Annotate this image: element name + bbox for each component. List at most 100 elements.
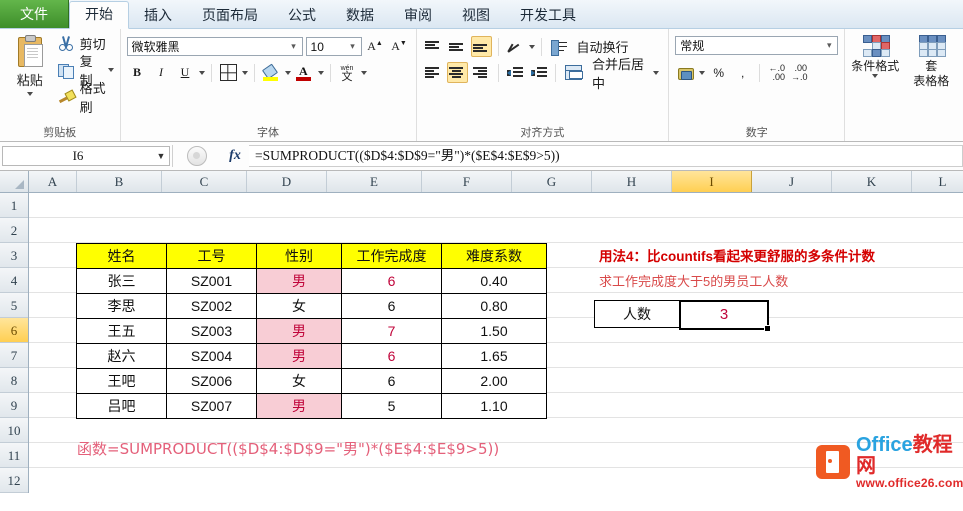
tab-data[interactable]: 数据 <box>331 2 389 28</box>
cell-id[interactable]: SZ001 <box>166 268 257 294</box>
accounting-format-button[interactable] <box>675 62 696 83</box>
bold-button[interactable]: B <box>127 62 148 83</box>
cell-name[interactable]: 赵六 <box>76 343 167 369</box>
result-value-cell[interactable]: 3 <box>679 300 771 332</box>
tab-developer[interactable]: 开发工具 <box>505 2 591 28</box>
cell-id[interactable]: SZ007 <box>166 393 257 419</box>
tab-insert[interactable]: 插入 <box>129 2 187 28</box>
cell-coef[interactable]: 0.40 <box>441 268 547 294</box>
fill-color-button[interactable] <box>261 62 282 83</box>
column-header-l[interactable]: L <box>912 171 963 192</box>
column-header-i[interactable]: I <box>672 171 752 192</box>
select-all-corner[interactable] <box>0 171 29 192</box>
cell-coef[interactable]: 1.65 <box>441 343 547 369</box>
cell-score[interactable]: 6 <box>341 368 442 394</box>
cell-id[interactable]: SZ004 <box>166 343 257 369</box>
tab-file[interactable]: 文件 <box>0 0 69 28</box>
cell-name[interactable]: 吕吧 <box>76 393 167 419</box>
cell-name[interactable]: 张三 <box>76 268 167 294</box>
underline-button[interactable]: U <box>175 62 196 83</box>
conditional-formatting-button[interactable]: 条件格式 <box>851 35 899 78</box>
chevron-down-icon[interactable] <box>198 70 205 75</box>
cell-coef[interactable]: 1.10 <box>441 393 547 419</box>
table-row[interactable]: 李思 SZ002 女 6 0.80 <box>76 293 547 319</box>
chevron-down-icon[interactable] <box>528 44 535 49</box>
chevron-down-icon[interactable] <box>241 70 248 75</box>
align-middle-button[interactable] <box>447 36 468 57</box>
cell-name[interactable]: 王五 <box>76 318 167 344</box>
paste-button[interactable]: 粘贴 <box>6 31 54 96</box>
decrease-indent-button[interactable] <box>504 62 525 83</box>
format-painter-button[interactable]: 格式刷 <box>58 81 114 115</box>
cell-gender[interactable]: 男 <box>256 268 342 294</box>
tab-home[interactable]: 开始 <box>69 1 129 29</box>
column-header-g[interactable]: G <box>512 171 592 192</box>
result-label[interactable]: 人数 <box>594 300 680 328</box>
row-header-5[interactable]: 5 <box>0 293 28 318</box>
column-header-k[interactable]: K <box>832 171 912 192</box>
merge-center-button[interactable]: 合并后居中 <box>562 57 662 91</box>
formula-input[interactable]: =SUMPRODUCT(($D$4:$D$9="男")*($E$4:$E$9>5… <box>249 145 963 167</box>
table-row[interactable]: 赵六 SZ004 男 6 1.65 <box>76 343 547 369</box>
decrease-decimal-button[interactable]: .00 →.0 <box>790 62 811 83</box>
chevron-down-icon[interactable] <box>107 68 114 72</box>
name-box[interactable]: I6 ▼ <box>2 146 170 166</box>
chevron-down-icon[interactable]: ▾ <box>288 41 300 52</box>
tab-view[interactable]: 视图 <box>447 2 505 28</box>
column-header-e[interactable]: E <box>327 171 422 192</box>
row-header-3[interactable]: 3 <box>0 243 28 268</box>
row-header-8[interactable]: 8 <box>0 368 28 393</box>
borders-button[interactable] <box>218 62 239 83</box>
format-as-table-button[interactable]: 套 表格格 <box>913 35 949 89</box>
chevron-down-icon[interactable] <box>872 74 879 78</box>
font-color-button[interactable]: A <box>294 62 315 83</box>
chevron-down-icon[interactable] <box>653 70 660 75</box>
cell-score[interactable]: 6 <box>341 268 442 294</box>
column-header-h[interactable]: H <box>592 171 672 192</box>
cell-gender[interactable]: 女 <box>256 368 342 394</box>
column-header-d[interactable]: D <box>247 171 327 192</box>
align-center-button[interactable] <box>446 62 468 83</box>
align-left-button[interactable] <box>423 62 444 83</box>
font-name-combo[interactable]: 微软雅黑 ▾ <box>126 37 303 56</box>
cell-coef[interactable]: 1.50 <box>441 318 547 344</box>
font-size-combo[interactable]: 10 ▾ <box>305 37 362 56</box>
chevron-down-icon[interactable]: ▾ <box>823 40 835 51</box>
cell-score[interactable]: 6 <box>341 343 442 369</box>
chevron-down-icon[interactable] <box>284 70 291 75</box>
table-row[interactable]: 王吧 SZ006 女 6 2.00 <box>76 368 547 394</box>
cell-gender[interactable]: 男 <box>256 343 342 369</box>
cell-id[interactable]: SZ002 <box>166 293 257 319</box>
column-header-a[interactable]: A <box>29 171 77 192</box>
column-header-b[interactable]: B <box>77 171 162 192</box>
align-top-button[interactable] <box>423 36 444 57</box>
align-bottom-button[interactable] <box>470 36 492 57</box>
chevron-down-icon[interactable]: ▼ <box>153 151 169 161</box>
table-row[interactable]: 王五 SZ003 男 7 1.50 <box>76 318 547 344</box>
cell-id[interactable]: SZ006 <box>166 368 257 394</box>
increase-indent-button[interactable] <box>528 62 549 83</box>
cell-name[interactable]: 王吧 <box>76 368 167 394</box>
increase-decimal-button[interactable]: ←.0.00 <box>766 62 787 83</box>
chevron-down-icon[interactable] <box>317 70 324 75</box>
row-header-9[interactable]: 9 <box>0 393 28 418</box>
table-row[interactable]: 吕吧 SZ007 男 5 1.10 <box>76 393 547 419</box>
tab-formulas[interactable]: 公式 <box>273 2 331 28</box>
cell-name[interactable]: 李思 <box>76 293 167 319</box>
number-format-combo[interactable]: 常规 ▾ <box>675 36 839 55</box>
row-header-4[interactable]: 4 <box>0 268 28 293</box>
shrink-font-button[interactable]: A ▼ <box>389 36 410 57</box>
cell-coef[interactable]: 2.00 <box>441 368 547 394</box>
chevron-down-icon[interactable] <box>26 92 33 96</box>
row-header-12[interactable]: 12 <box>0 468 28 493</box>
expand-formula-bar-icon[interactable] <box>187 146 207 166</box>
row-header-11[interactable]: 11 <box>0 443 28 468</box>
row-header-10[interactable]: 10 <box>0 418 28 443</box>
cell-score[interactable]: 7 <box>341 318 442 344</box>
italic-button[interactable]: I <box>151 62 172 83</box>
column-header-f[interactable]: F <box>422 171 512 192</box>
cell-score[interactable]: 6 <box>341 293 442 319</box>
row-header-6[interactable]: 6 <box>0 318 28 343</box>
comma-format-button[interactable]: , <box>732 62 753 83</box>
grow-font-button[interactable]: A ▲ <box>365 36 386 57</box>
